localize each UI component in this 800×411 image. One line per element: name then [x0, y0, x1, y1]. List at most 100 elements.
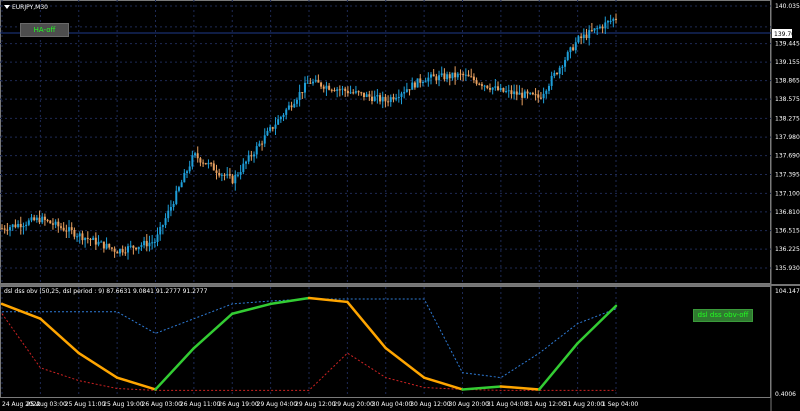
chart-background [0, 0, 800, 411]
candle-body [448, 74, 451, 79]
candle-body [333, 90, 336, 92]
candle-body [515, 91, 518, 95]
candle-body [322, 86, 325, 89]
candle-body [183, 172, 186, 183]
time-tick-label: 31 Aug 12:00 [525, 401, 566, 408]
candle-body [196, 153, 199, 159]
candle-body [606, 21, 609, 23]
candle-body [116, 251, 119, 254]
candle-body [1, 228, 3, 230]
time-tick-label: 25 Aug 19:00 [103, 401, 144, 408]
candle-body [27, 220, 30, 225]
candle-body [502, 87, 505, 92]
indicator-axis-bottom: 0.4006 [775, 391, 796, 398]
candle-body [81, 233, 84, 241]
price-tick-label: 136.810 [775, 209, 800, 216]
candle-body [357, 91, 360, 93]
candle-body [301, 92, 304, 94]
candle-body [17, 223, 20, 228]
candle-body [14, 224, 17, 228]
candle-body [577, 36, 580, 43]
candle-body [73, 229, 76, 237]
candle-body [505, 91, 508, 93]
candle-body [499, 87, 502, 91]
candle-body [529, 92, 532, 94]
candle-body [191, 155, 194, 167]
candle-body [89, 238, 92, 240]
chart-window[interactable]: EURJPY,M30 dsl dss obv (50,25, dsl perio… [0, 0, 800, 411]
time-tick-label: 29 Aug 20:00 [333, 401, 374, 408]
candle-body [320, 82, 323, 87]
candle-body [113, 248, 116, 252]
candle-body [438, 75, 441, 81]
time-tick-label: 30 Aug 12:00 [410, 401, 451, 408]
candle-body [137, 246, 140, 250]
candle-body [451, 72, 454, 79]
candle-body [574, 42, 577, 51]
candle-body [598, 26, 601, 29]
candle-body [341, 88, 344, 90]
candle-body [62, 227, 65, 231]
time-tick-label: 25 Aug 03:00 [26, 401, 67, 408]
candle-body [384, 96, 387, 102]
candle-body [542, 93, 545, 99]
candle-body [78, 233, 81, 237]
time-axis[interactable]: 24 Aug 202225 Aug 03:0025 Aug 11:0025 Au… [2, 401, 638, 408]
candle-body [161, 225, 164, 227]
time-tick-label: 30 Aug 20:00 [449, 401, 490, 408]
candle-body [140, 245, 143, 247]
candle-body [373, 96, 376, 102]
candle-body [57, 221, 60, 227]
candle-body [601, 26, 604, 29]
candle-body [429, 74, 432, 78]
candle-body [379, 95, 382, 102]
candle-body [553, 72, 556, 76]
symbol-title: EURJPY,M30 [12, 4, 48, 11]
candle-body [207, 162, 210, 165]
candle-body [467, 74, 470, 77]
candle-body [475, 80, 478, 84]
price-axis[interactable]: 140.035 139.445 139.155 138.865 138.575 138.2… [775, 3, 800, 272]
candle-body [397, 96, 400, 98]
candle-body [317, 79, 320, 83]
candle-body [494, 86, 497, 88]
candle-body [413, 82, 416, 88]
candle-body [354, 91, 357, 93]
candle-body [266, 130, 269, 136]
candle-body [177, 187, 180, 191]
time-tick-label: 26 Aug 11:00 [180, 401, 221, 408]
time-tick-label: 31 Aug 04:00 [487, 401, 528, 408]
ha-off-button[interactable]: HA-off [20, 23, 69, 37]
candle-body [545, 90, 548, 94]
candle-body [25, 224, 28, 226]
candle-body [518, 92, 521, 95]
candle-body [269, 127, 272, 131]
time-tick-label: 30 Aug 04:00 [372, 401, 413, 408]
candle-body [408, 89, 411, 91]
dss-obv-off-button[interactable]: dsl dss obv-off [693, 309, 753, 322]
candle-body [279, 117, 282, 120]
candle-body [389, 97, 392, 102]
candle-body [381, 96, 384, 102]
candle-body [371, 96, 374, 102]
candle-body [38, 217, 41, 223]
candle-body [258, 143, 261, 147]
candle-body [459, 73, 462, 75]
candle-body [49, 220, 52, 224]
time-tick-label: 26 Aug 03:00 [142, 401, 183, 408]
candle-body [263, 135, 266, 144]
candle-body [362, 92, 365, 98]
candle-body [615, 18, 617, 20]
candle-body [118, 249, 121, 254]
candle-body [588, 30, 591, 39]
candle-body [127, 246, 130, 253]
candle-body [416, 78, 419, 88]
candle-body [596, 28, 599, 30]
candle-body [328, 85, 331, 90]
current-price-label: 139.707 [774, 31, 799, 38]
candle-body [344, 88, 347, 91]
indicator-title: dsl dss obv (50,25, dsl period : 9) 87.6… [4, 288, 208, 295]
candle-body [175, 190, 178, 204]
candle-body [285, 109, 288, 115]
candle-body [204, 163, 207, 165]
